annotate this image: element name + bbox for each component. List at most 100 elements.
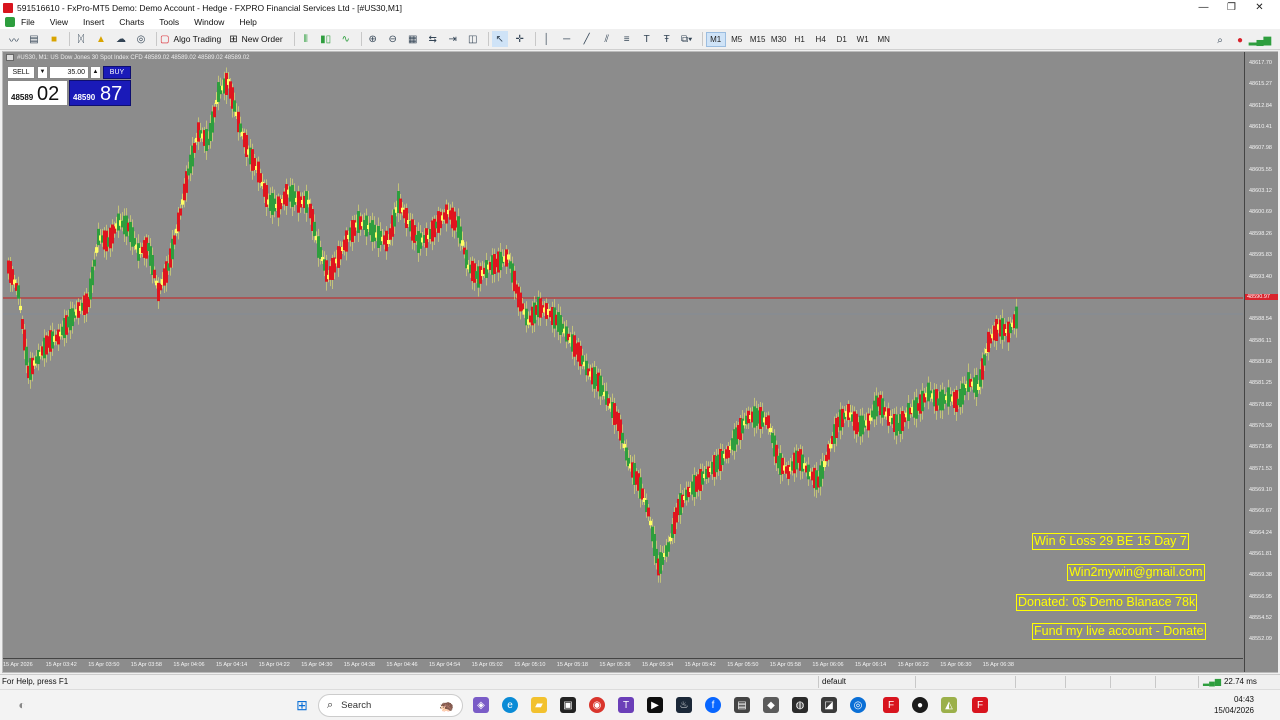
crosshair-icon[interactable]: ✛ [512, 31, 528, 47]
metaeditor-icon[interactable]: ᛞ [73, 31, 89, 47]
facebook-icon[interactable]: f [705, 697, 721, 713]
candlestick-icon[interactable]: ▮▯ [318, 31, 334, 47]
file-explorer-icon[interactable]: ▰ [531, 697, 547, 713]
zoom-in-icon[interactable]: ⊕ [365, 31, 381, 47]
fxpro-mt5-icon[interactable]: F [972, 697, 988, 713]
time-axis-label: 15 Apr 2026 [3, 662, 33, 668]
timeframe-m30[interactable]: M30 [769, 32, 789, 47]
menu-window[interactable]: Window [194, 17, 224, 27]
menu-file[interactable]: File [21, 17, 35, 27]
app-icon-mid[interactable]: ◪ [821, 697, 837, 713]
menu-insert[interactable]: Insert [83, 17, 104, 27]
chrome-icon[interactable]: ◉ [589, 697, 605, 713]
algo-trading-button[interactable]: ▢ Algo Trading [160, 34, 221, 45]
profiles-icon[interactable]: ■ [46, 31, 62, 47]
new-order-button[interactable]: ⊞ New Order [229, 34, 282, 45]
chart-shift-icon[interactable]: ⇥ [445, 31, 461, 47]
maximize-button[interactable]: ❐ [1218, 0, 1245, 15]
taskbar-search[interactable]: ⌕ Search 🦔 [318, 694, 463, 717]
volume-input[interactable]: 35.00 [49, 66, 89, 79]
chart-type-icon[interactable]: 〰 [6, 31, 22, 47]
system-clock[interactable]: 04:43 15/04/2026 [1206, 694, 1254, 716]
text-label-icon[interactable]: Ŧ [659, 31, 675, 47]
timeframe-m5[interactable]: M5 [727, 32, 747, 47]
candle-body [91, 266, 94, 286]
status-separator [1110, 676, 1111, 688]
cursor-icon[interactable]: ↖ [491, 31, 508, 47]
timeframe-h4[interactable]: H4 [811, 32, 831, 47]
timeframe-h1[interactable]: H1 [790, 32, 810, 47]
profile-name[interactable]: default [822, 675, 846, 688]
title-bar: 591516610 - FxPro-MT5 Demo: Demo Account… [0, 0, 1280, 15]
vertical-line-icon[interactable]: │ [539, 31, 555, 47]
widgets-icon[interactable]: ◐ [14, 697, 30, 713]
app-icon-green[interactable]: ◭ [941, 697, 957, 713]
strategy-icon[interactable]: ▲ [93, 31, 109, 47]
fxpro-icon[interactable]: F [883, 697, 899, 713]
screenshot-icon[interactable]: ◫ [465, 31, 481, 47]
signals-icon[interactable]: ◎ [133, 31, 149, 47]
price-axis-label: 48564.24 [1249, 529, 1272, 536]
app-icon-record[interactable]: ● [912, 697, 928, 713]
terminal-icon[interactable]: ▤ [734, 697, 750, 713]
buy-button[interactable]: BUY [103, 66, 131, 79]
time-axis-label: 15 Apr 04:54 [429, 662, 461, 668]
volume-down-icon[interactable]: ▼ [37, 66, 48, 79]
ask-price-box[interactable]: 48590 87 [69, 80, 131, 106]
teams-icon[interactable]: T [618, 697, 634, 713]
timeframe-mn[interactable]: MN [874, 32, 894, 47]
horizontal-line-icon[interactable]: ─ [559, 31, 575, 47]
bid-price-box[interactable]: 48589 02 [7, 80, 68, 106]
time-axis[interactable]: 15 Apr 2026 15 Apr 03:42 15 Apr 03:50 15 Ap… [3, 658, 1243, 672]
app-icon-gray[interactable]: ◆ [763, 697, 779, 713]
steam-icon[interactable]: ♨ [676, 697, 692, 713]
copilot-icon[interactable]: ◈ [473, 697, 489, 713]
price-axis[interactable]: 48617.70 48615.27 48612.84 48610.41 48607.98… [1244, 52, 1278, 672]
mt5-menu-icon[interactable] [5, 17, 15, 27]
timeframe-m1[interactable]: M1 [705, 31, 726, 47]
fibonacci-icon[interactable]: ≡ [619, 31, 635, 47]
grid-icon[interactable]: ▦ [405, 31, 421, 47]
app-icon-dark[interactable]: ▶ [647, 697, 663, 713]
signal-strength-icon[interactable]: ▂▄▆ [1249, 32, 1271, 48]
minimize-button[interactable]: — [1190, 0, 1217, 15]
connection-status[interactable]: ▂▄▆ 22.74 ms [1203, 675, 1257, 688]
notifications-icon[interactable]: ● [1232, 32, 1248, 48]
candlestick-plot[interactable] [3, 52, 1243, 658]
autoscroll-icon[interactable]: ⇆ [425, 31, 441, 47]
menu-view[interactable]: View [50, 17, 68, 27]
search-icon[interactable]: ⌕ [1212, 32, 1228, 48]
time-axis-label: 15 Apr 04:06 [173, 662, 205, 668]
candle-body [179, 208, 182, 216]
price-axis-label: 48598.26 [1249, 230, 1272, 237]
market-icon[interactable]: ☁ [113, 31, 129, 47]
close-button[interactable]: ✕ [1246, 0, 1273, 15]
menu-help[interactable]: Help [239, 17, 256, 27]
timeframe-m15[interactable]: M15 [748, 32, 768, 47]
start-icon[interactable]: ⊞ [294, 697, 310, 713]
time-axis-label: 15 Apr 06:06 [812, 662, 844, 668]
menu-tools[interactable]: Tools [159, 17, 179, 27]
bar-chart-icon[interactable]: ⫴ [298, 31, 314, 47]
time-axis-label: 15 Apr 03:50 [88, 662, 120, 668]
menu-charts[interactable]: Charts [119, 17, 144, 27]
text-icon[interactable]: T [639, 31, 655, 47]
sell-button[interactable]: SELL [7, 66, 35, 79]
timeframe-w1[interactable]: W1 [853, 32, 873, 47]
price-axis-label: 48559.38 [1249, 572, 1272, 579]
shapes-icon[interactable]: ⧉▾ [679, 31, 695, 47]
line-chart-icon[interactable]: ∿ [338, 31, 354, 47]
store-icon[interactable]: ▣ [560, 697, 576, 713]
app-icon-black[interactable]: ◍ [792, 697, 808, 713]
trendline-icon[interactable]: ╱ [579, 31, 595, 47]
equidistant-channel-icon[interactable]: ⫽ [599, 31, 615, 47]
app-icon-blue[interactable]: ◎ [850, 697, 866, 713]
templates-icon[interactable]: ▤ [26, 31, 42, 47]
volume-up-icon[interactable]: ▲ [90, 66, 101, 79]
price-chart[interactable]: #US30, M1: US Dow Jones 30 Spot Index CF… [2, 51, 1278, 673]
zoom-out-icon[interactable]: ⊖ [385, 31, 401, 47]
timeframe-d1[interactable]: D1 [832, 32, 852, 47]
new-order-label: New Order [241, 34, 283, 44]
edge-icon[interactable]: e [502, 697, 518, 713]
time-axis-label: 15 Apr 03:58 [130, 662, 162, 668]
